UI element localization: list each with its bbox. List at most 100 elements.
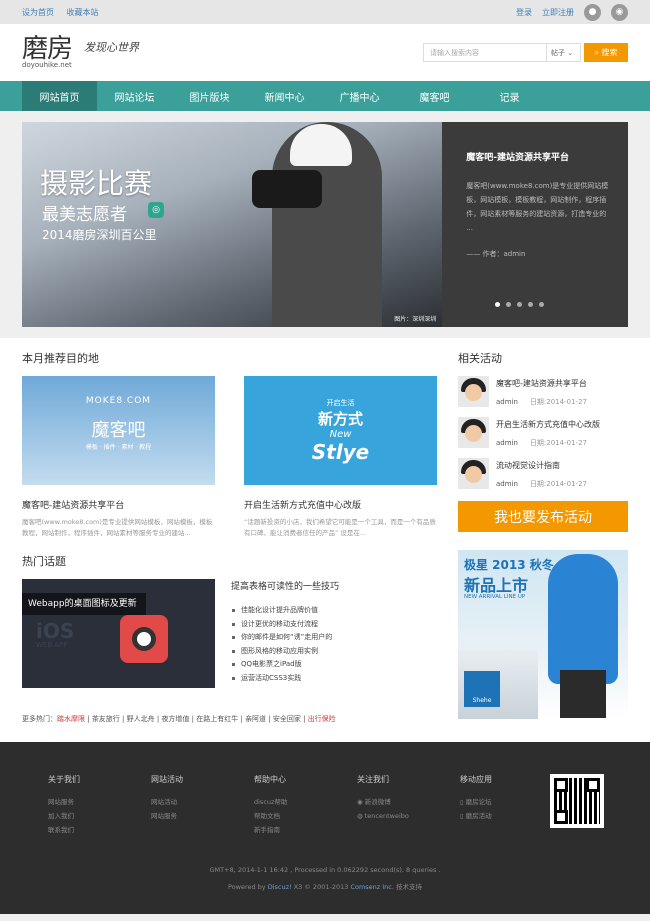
footer-col: 关注我们 ◉ 新浪微博 ◍ tencentweibo (357, 774, 460, 837)
publish-activity-button[interactable]: 我也要发布活动 (458, 501, 628, 532)
search-type-value: 帖子 (551, 49, 565, 57)
footer-link[interactable]: ▯ 磨房论坛 (460, 795, 563, 809)
hero-image[interactable]: 摄影比赛 最美志愿者 ◎ 2014磨房深圳百公里 图片：深圳深圳 (22, 122, 443, 327)
card-title[interactable]: 开启生活新方式充值中心改版 (244, 498, 437, 511)
footer-link[interactable]: 帮助文档 (254, 809, 357, 823)
site-logo[interactable]: 磨房 doyouhike.net 发现心世界 (22, 33, 140, 69)
footer-link-label: 磨房论坛 (465, 798, 492, 806)
nav-home[interactable]: 网站首页 (22, 81, 97, 111)
hero-title[interactable]: 魔客吧-建站资源共享平台 (466, 150, 612, 163)
activity-item-meta: admin 日期:2014-01-27 (496, 479, 587, 489)
footer-link[interactable]: 联系我们 (48, 823, 151, 837)
list-item[interactable]: 设计更优的移动支付流程 (231, 618, 437, 632)
slider-dot[interactable] (539, 302, 545, 307)
avatar[interactable] (458, 458, 489, 489)
search-button[interactable]: ⌕ 搜索 (584, 43, 628, 62)
list-item[interactable]: 图形风格的移动应用实例 (231, 645, 437, 659)
comsenz-link[interactable]: Comsenz Inc. (350, 883, 394, 891)
footer-stats: GMT+8, 2014-1-1 16:42 , Processed in 0.0… (209, 866, 441, 874)
footer-link[interactable]: 网站服务 (48, 795, 151, 809)
register-link[interactable]: 立即注册 (542, 7, 574, 18)
list-item[interactable]: 你的邮件是如何“诱”走用户的 (231, 631, 437, 645)
list-item[interactable]: QQ电影票之iPad版 (231, 658, 437, 672)
footer-link[interactable]: ◉ 新浪微博 (357, 795, 460, 809)
nav-records[interactable]: 记录 (472, 81, 547, 111)
moke8-tagline: 模板 · 插件 · 素材 · 教程 (85, 444, 152, 451)
activity-user[interactable]: admin (496, 398, 518, 406)
nav-broadcast[interactable]: 广播中心 (322, 81, 397, 111)
set-home-link[interactable]: 设为首页 (22, 8, 54, 17)
activity-item: 开启生活新方式充值中心改版 admin 日期:2014-01-27 (458, 417, 628, 448)
nav-forum[interactable]: 网站论坛 (97, 81, 172, 111)
list-item[interactable]: 佳能化设计提升品牌价值 (231, 604, 437, 618)
search-icon: ⌕ (594, 47, 599, 57)
bookmark-link[interactable]: 收藏本站 (67, 8, 99, 17)
slider-dot[interactable] (506, 302, 512, 307)
activity-item-title[interactable]: 流动视觉设计指南 (496, 460, 587, 471)
card-desc: “话题新投资的小店，我们希望它可能是一个工具，而是一个有品质有口碑、能让消费者信… (244, 518, 436, 537)
hot-list-title[interactable]: 提高表格可读性的一些技巧 (231, 579, 437, 592)
climber-figure (548, 554, 618, 684)
ad-line3: NEW ARRIVAL LINE UP (464, 594, 526, 600)
slider-dot[interactable] (517, 302, 523, 307)
more-item[interactable]: 安全回家 (273, 715, 301, 723)
slider-dot[interactable] (495, 302, 501, 307)
more-item[interactable]: 茶友旅行 (92, 715, 120, 723)
footer-link[interactable]: 新手指南 (254, 823, 357, 837)
footer: 关于我们 网站服务 加入我们 联系我们 网站活动 网站活动 网站服务 帮助中心 … (0, 742, 650, 914)
ad-banner[interactable]: 极星 2013 秋冬 新品上市 NEW ARRIVAL LINE UP Sheh… (458, 550, 628, 719)
footer-col: 网站活动 网站活动 网站服务 (151, 774, 254, 837)
main-content: 本月推荐目的地 MOKE8.COM 魔客吧 模板 · 插件 · 素材 · 教程 … (0, 338, 650, 742)
more-item[interactable]: 野人北舟 (127, 715, 155, 723)
more-item[interactable]: 夜方增值 (161, 715, 189, 723)
banner-line-c: New (329, 429, 352, 440)
hero-info: 魔客吧-建站资源共享平台 魔客吧(www.moke8.com)是专业提供网站模板… (442, 122, 628, 327)
qr-code (550, 774, 604, 828)
card-title[interactable]: 魔客吧-建站资源共享平台 (22, 498, 215, 511)
recommend-cards: MOKE8.COM 魔客吧 模板 · 插件 · 素材 · 教程 魔客吧-建站资源… (22, 376, 437, 539)
discuz-link[interactable]: Discuz! (268, 883, 292, 891)
tencent-weibo-icon: ◍ (357, 812, 365, 820)
nav-news[interactable]: 新闻中心 (247, 81, 322, 111)
more-item[interactable]: 出行保险 (308, 715, 336, 723)
logo-domain: doyouhike.net (22, 60, 72, 69)
activity-item-title[interactable]: 开启生活新方式充值中心改版 (496, 419, 600, 430)
activity-user[interactable]: admin (496, 480, 518, 488)
footer-link[interactable]: discuz帮助 (254, 795, 357, 809)
list-item[interactable]: 运营活动CSS3实践 (231, 672, 437, 686)
activity-item-title[interactable]: 魔客吧-建站资源共享平台 (496, 378, 587, 389)
more-item[interactable]: 踏水摩限 (57, 715, 85, 723)
logo-text: 磨房 (22, 33, 73, 64)
activity-user[interactable]: admin (496, 439, 518, 447)
nav-moke8[interactable]: 魔客吧 (397, 81, 472, 111)
top-bar: 设为首页 收藏本站 登录 立即注册 ● ◉ (0, 0, 650, 24)
hero-line2: 最美志愿者 (42, 205, 127, 225)
slider-dot[interactable] (528, 302, 534, 307)
avatar[interactable] (458, 376, 489, 407)
search-input[interactable]: 请输入搜索内容 (423, 43, 547, 62)
footer-link[interactable]: ▯ 磨房活动 (460, 809, 563, 823)
weibo-icon[interactable]: ◉ (611, 3, 628, 21)
hot-image[interactable]: iOS WEB APP Webapp的桌面图标及更新 (22, 579, 215, 688)
footer-link[interactable]: 网站活动 (151, 795, 254, 809)
moke8-banner: MOKE8.COM 魔客吧 模板 · 插件 · 素材 · 教程 (22, 396, 215, 451)
card-image[interactable]: MOKE8.COM 魔客吧 模板 · 插件 · 素材 · 教程 (22, 376, 215, 485)
footer-link[interactable]: 加入我们 (48, 809, 151, 823)
footer-link[interactable]: 网站服务 (151, 809, 254, 823)
banner-line-a: 开启生活 (326, 399, 355, 407)
card-image[interactable]: 开启生活 新方式 New Stlye (244, 376, 437, 485)
search-bar: 请输入搜索内容 帖子 ⌄ ⌕ 搜索 (423, 43, 628, 62)
login-link[interactable]: 登录 (516, 7, 532, 18)
footer-powered: Powered by Discuz! X3 © 2001-2013 Comsen… (0, 879, 650, 896)
avatar[interactable] (458, 417, 489, 448)
ios-text: iOS (36, 619, 75, 643)
search-type-select[interactable]: 帖子 ⌄ (547, 43, 581, 62)
ad-line1: 极星 2013 秋冬 (464, 558, 554, 572)
slogan: 发现心世界 (84, 40, 140, 54)
more-item[interactable]: 在路上有红牛 (196, 715, 238, 723)
activity-item-meta: admin 日期:2014-01-27 (496, 438, 600, 448)
nav-pictures[interactable]: 图片版块 (172, 81, 247, 111)
more-item[interactable]: 亲阿道 (245, 715, 266, 723)
footer-link[interactable]: ◍ tencentweibo (357, 809, 460, 823)
qq-icon[interactable]: ● (584, 3, 601, 21)
